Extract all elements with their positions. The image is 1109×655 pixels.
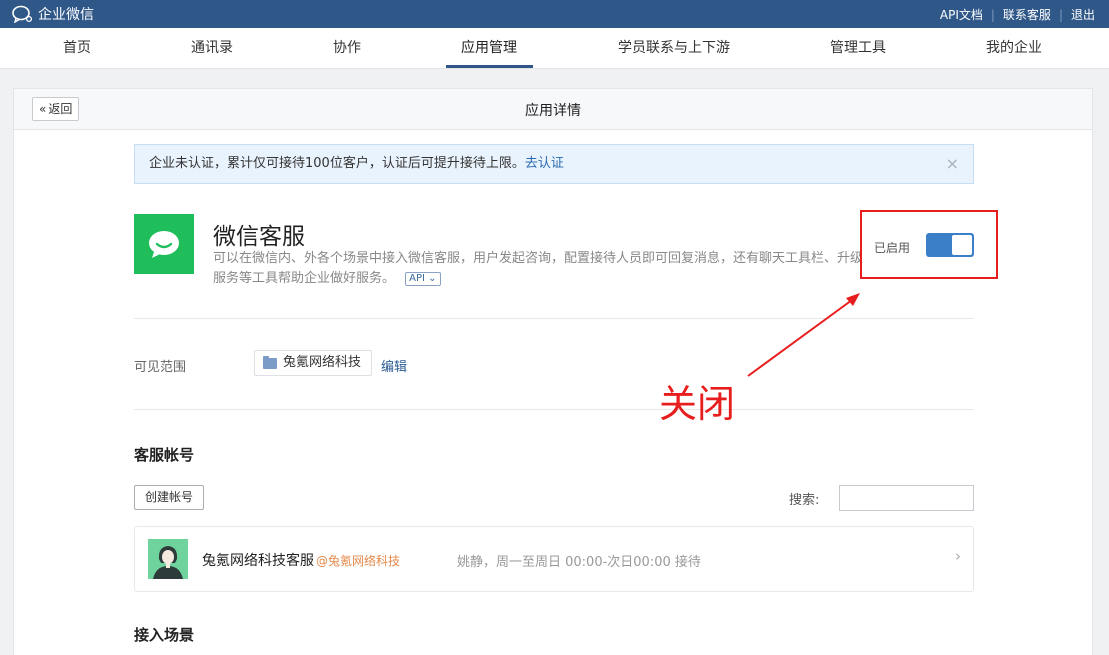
annotation-text: 关闭 bbox=[659, 382, 736, 426]
app-name: 微信客服 bbox=[213, 224, 305, 250]
app-title: 企业微信 bbox=[38, 7, 94, 23]
back-button[interactable]: « 返回 bbox=[32, 97, 80, 121]
scope-value: 兔氪网络科技 bbox=[283, 355, 362, 370]
toggle-knob bbox=[952, 235, 972, 255]
card-header: 应用详情 « 返回 bbox=[14, 89, 1092, 130]
wecom-logo-icon bbox=[12, 5, 33, 23]
section-title-accounts: 客服帐号 bbox=[134, 446, 195, 464]
main-nav: 首页 通讯录 协作 应用管理 学员联系与上下游 管理工具 我的企业 bbox=[0, 28, 1109, 69]
api-docs-link[interactable]: API文档 bbox=[940, 6, 983, 23]
nav-my-company[interactable]: 我的企业 bbox=[986, 28, 1042, 68]
create-account-button[interactable]: 创建帐号 bbox=[134, 485, 205, 510]
divider bbox=[134, 409, 974, 410]
logout-link[interactable]: 退出 bbox=[1071, 6, 1095, 23]
nav-app-management[interactable]: 应用管理 bbox=[461, 28, 517, 68]
verification-notice: 企业未认证，累计仅可接待100位客户，认证后可提升接待上限。去认证 × bbox=[134, 144, 974, 184]
verify-link[interactable]: 去认证 bbox=[525, 156, 564, 171]
contact-support-link[interactable]: 联系客服 bbox=[1003, 6, 1051, 23]
scope-chip: 兔氪网络科技 bbox=[254, 350, 373, 376]
chat-bubble-icon bbox=[149, 231, 179, 258]
section-title-scenes: 接入场景 bbox=[134, 626, 195, 644]
search-input[interactable] bbox=[839, 485, 974, 511]
chevron-right-icon: › bbox=[955, 547, 961, 565]
scope-label: 可见范围 bbox=[134, 360, 187, 375]
avatar bbox=[148, 539, 188, 579]
app-description-text: 可以在微信内、外各个场景中接入微信客服，用户发起咨询，配置接待人员即可回复消息，… bbox=[213, 251, 864, 286]
double-chevron-left-icon: « bbox=[39, 102, 47, 116]
app-description: 可以在微信内、外各个场景中接入微信客服，用户发起咨询，配置接待人员即可回复消息，… bbox=[213, 249, 873, 289]
nav-active-indicator bbox=[446, 65, 533, 68]
api-tag-label: API bbox=[409, 272, 425, 284]
account-reception-info: 姚静，周一至周日 00:00-次日00:00 接待 bbox=[457, 555, 701, 570]
nav-admin-tools[interactable]: 管理工具 bbox=[830, 28, 886, 68]
notice-text: 企业未认证，累计仅可接待100位客户，认证后可提升接待上限。 bbox=[149, 156, 525, 171]
top-links: API文档 | 联系客服 | 退出 bbox=[940, 6, 1095, 23]
separator: | bbox=[1058, 7, 1063, 22]
chevron-down-icon: ⌄ bbox=[428, 272, 437, 284]
nav-home[interactable]: 首页 bbox=[63, 28, 91, 68]
enable-toggle[interactable] bbox=[926, 233, 974, 257]
folder-icon bbox=[263, 355, 277, 369]
page-title: 应用详情 bbox=[525, 103, 581, 119]
account-name-text: 兔氪网络科技客服 bbox=[202, 553, 314, 569]
close-icon[interactable]: × bbox=[946, 145, 959, 183]
top-bar: 企业微信 API文档 | 联系客服 | 退出 bbox=[0, 0, 1109, 28]
wechat-service-app-icon bbox=[134, 214, 194, 274]
separator: | bbox=[990, 7, 995, 22]
nav-student-contacts[interactable]: 学员联系与上下游 bbox=[618, 28, 730, 68]
account-corp: @兔氪网络科技 bbox=[316, 554, 401, 568]
status-label: 已启用 bbox=[874, 241, 911, 255]
app-detail-card: 应用详情 « 返回 企业未认证，累计仅可接待100位客户，认证后可提升接待上限。… bbox=[13, 88, 1093, 655]
edit-scope-link[interactable]: 编辑 bbox=[381, 356, 407, 375]
account-list-item[interactable]: 兔氪网络科技客服 @兔氪网络科技 姚静，周一至周日 00:00-次日00:00 接… bbox=[134, 526, 974, 592]
app-logo[interactable]: 企业微信 bbox=[12, 4, 94, 24]
back-button-label: 返回 bbox=[48, 102, 73, 116]
search-label: 搜索: bbox=[789, 493, 820, 508]
user-avatar-icon bbox=[148, 539, 188, 579]
nav-collaboration[interactable]: 协作 bbox=[333, 28, 361, 68]
nav-contacts[interactable]: 通讯录 bbox=[191, 28, 233, 68]
account-name: 兔氪网络科技客服 @兔氪网络科技 bbox=[202, 550, 400, 570]
divider bbox=[134, 318, 974, 319]
api-tag[interactable]: API ⌄ bbox=[405, 271, 441, 286]
